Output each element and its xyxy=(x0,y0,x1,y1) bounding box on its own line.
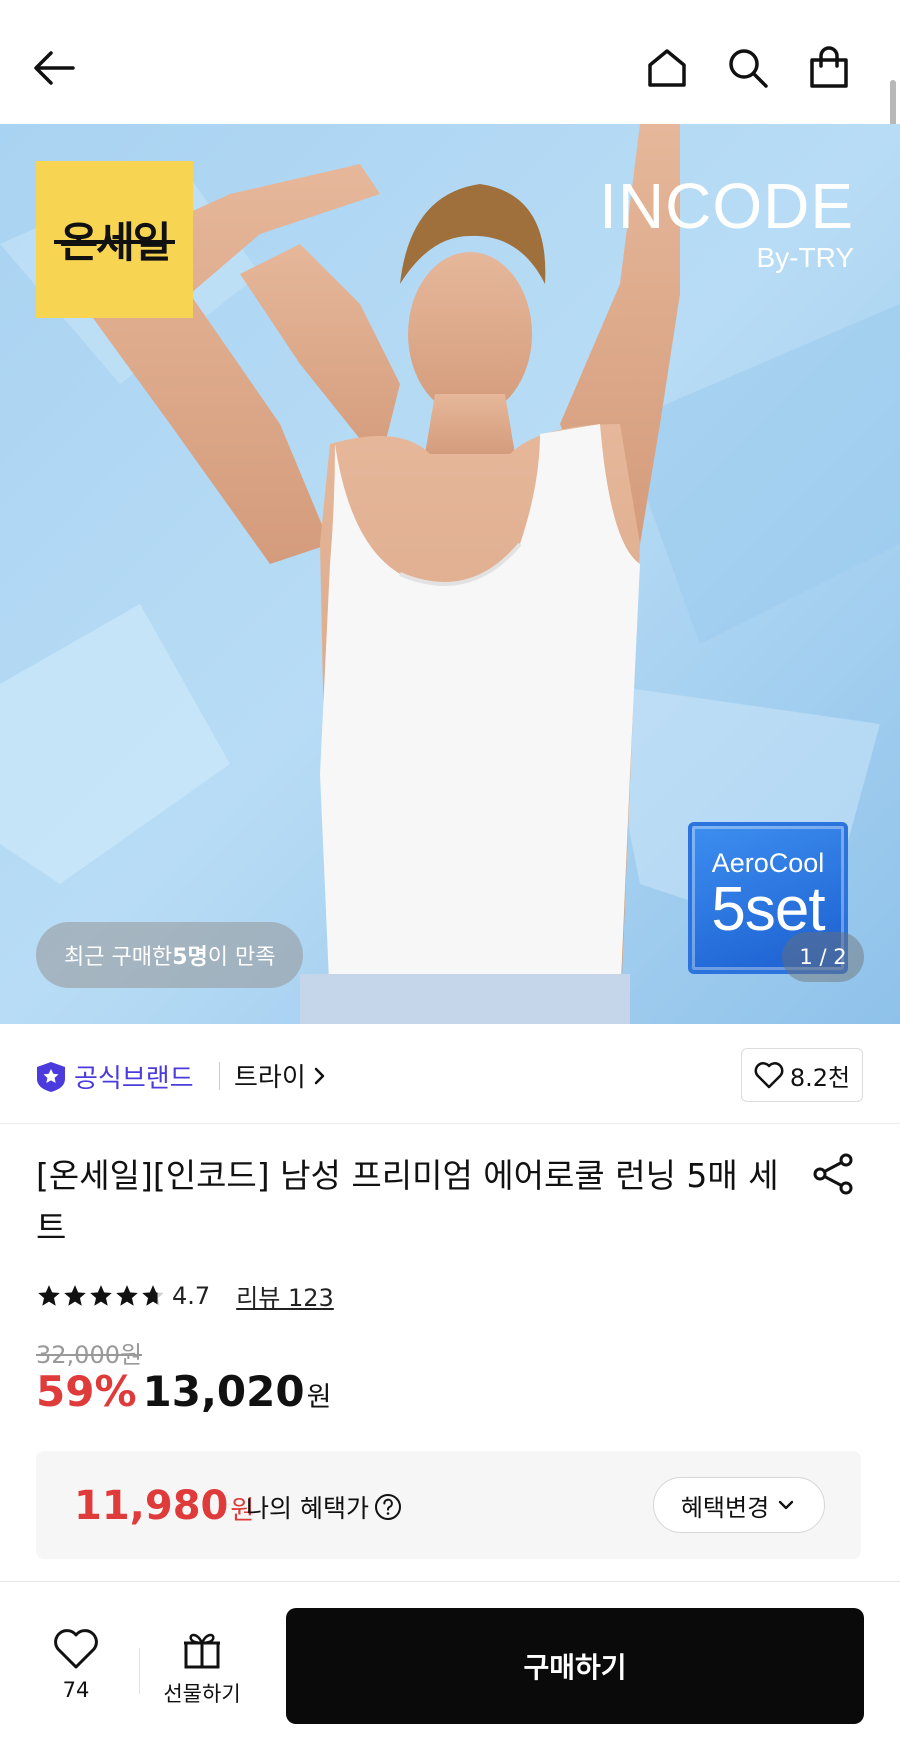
official-brand-label: 공식브랜드 xyxy=(74,1064,194,1094)
share-icon xyxy=(813,1153,853,1195)
cart-button[interactable] xyxy=(801,40,857,96)
star-shield-icon xyxy=(37,1061,65,1092)
chevron-right-icon xyxy=(314,1067,325,1084)
satisfaction-chip: 최근 구매한 5명 이 만족 xyxy=(36,922,304,988)
brand-logo-sub: By-TRY xyxy=(756,242,855,273)
shopping-bag-icon xyxy=(810,46,848,88)
share-button[interactable] xyxy=(812,1152,856,1200)
rating-row: 4.7 리뷰 123 xyxy=(36,1278,334,1313)
arrow-left-icon xyxy=(34,51,75,85)
satisfaction-suffix: 이 만족 xyxy=(207,945,276,970)
benefit-change-button[interactable]: 혜택변경 xyxy=(653,1477,825,1533)
search-icon xyxy=(729,49,768,88)
gift-label: 선물하기 xyxy=(163,1682,241,1706)
star-icon xyxy=(38,1284,60,1306)
benefit-price: 11,980 원 xyxy=(74,1483,254,1529)
benefit-label-text: 나의 혜택가 xyxy=(246,1494,369,1523)
divider xyxy=(219,1062,220,1090)
brand-name: 트라이 xyxy=(234,1063,306,1093)
heart-icon xyxy=(754,1062,784,1089)
review-link[interactable]: 리뷰 123 xyxy=(236,1278,334,1313)
buy-label: 구매하기 xyxy=(523,1651,627,1684)
chevron-down-icon xyxy=(779,1500,794,1510)
brand-logo-text: INCODE xyxy=(599,170,854,242)
rating-stars xyxy=(36,1283,166,1309)
gift-button[interactable]: 선물하기 xyxy=(152,1628,252,1708)
home-icon xyxy=(648,49,686,87)
buy-button[interactable]: 구매하기 xyxy=(286,1608,864,1724)
satisfaction-prefix: 최근 구매한 xyxy=(64,945,173,970)
brand-like-count: 8.2천 xyxy=(789,1063,851,1092)
divider xyxy=(139,1648,140,1694)
discount-rate: 59% xyxy=(36,1367,137,1416)
onsale-badge: 온세일 xyxy=(36,161,193,318)
benefit-box: 11,980 원 나의 혜택가 혜택변경 xyxy=(36,1451,861,1559)
star-icon xyxy=(64,1284,86,1306)
sale-price: 13,020 xyxy=(142,1367,305,1416)
search-button[interactable] xyxy=(720,40,776,96)
price-currency: 원 xyxy=(306,1382,332,1413)
price-row: 59% 13,020 원 xyxy=(36,1367,331,1416)
star-icon xyxy=(116,1284,138,1306)
benefit-price-value: 11,980 xyxy=(74,1483,229,1529)
brand-row: 공식브랜드 트라이 8.2천 xyxy=(0,1024,900,1124)
wishlist-count: 74 xyxy=(62,1678,90,1702)
heart-icon xyxy=(54,1629,98,1669)
help-icon[interactable] xyxy=(373,1492,403,1522)
brand-link[interactable]: 트라이 xyxy=(234,1057,330,1094)
wishlist-button[interactable]: 74 xyxy=(40,1628,112,1702)
rating-score: 4.7 xyxy=(172,1281,211,1310)
bottom-action-bar: 74 선물하기 구매하기 xyxy=(0,1582,900,1742)
gift-icon xyxy=(184,1633,220,1669)
home-button[interactable] xyxy=(639,40,695,96)
product-image-gallery[interactable]: 온세일 INCODE By-TRY AeroCool 5set 최근 구매한 5… xyxy=(0,124,900,1024)
top-nav-bar xyxy=(0,0,900,124)
benefit-label: 나의 혜택가 xyxy=(246,1489,403,1525)
product-title: [온세일][인코드] 남성 프리미엄 에어로쿨 런닝 5매 세트 xyxy=(36,1156,779,1247)
star-icon xyxy=(142,1284,164,1306)
satisfaction-count: 5명 xyxy=(172,945,208,970)
brand-like-button[interactable]: 8.2천 xyxy=(741,1048,863,1102)
back-button[interactable] xyxy=(26,40,82,96)
image-pager: 1 / 2 xyxy=(782,932,864,982)
star-icon xyxy=(90,1284,112,1306)
official-brand-badge: 공식브랜드 xyxy=(36,1058,194,1095)
benefit-change-label: 혜택변경 xyxy=(680,1493,770,1522)
brand-logo: INCODE By-TRY xyxy=(599,174,854,278)
original-price: 32,000원 xyxy=(36,1341,143,1369)
